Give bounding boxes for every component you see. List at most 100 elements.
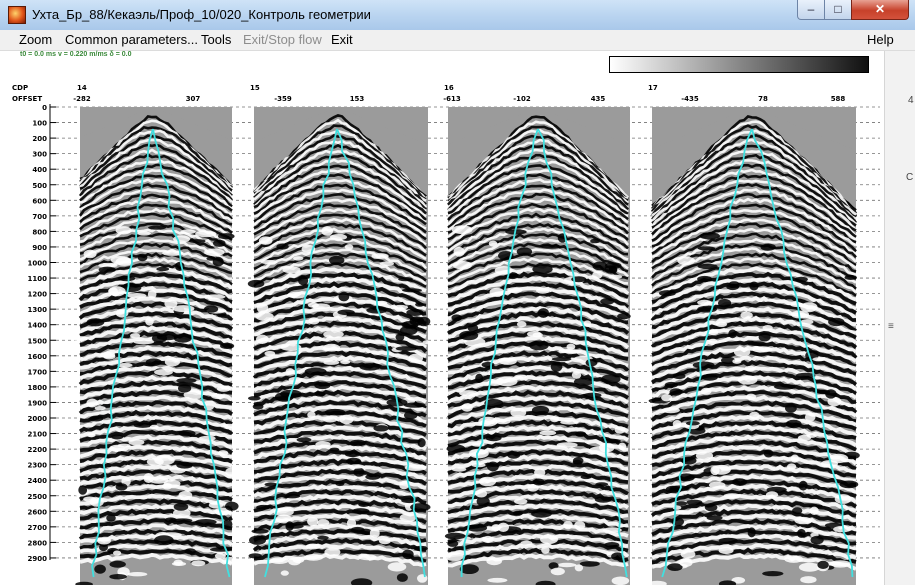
seismic-blob xyxy=(512,510,523,516)
seismic-blob xyxy=(204,294,226,300)
seismic-blob xyxy=(351,508,370,514)
seismic-blob xyxy=(590,238,600,244)
seismic-blob xyxy=(145,317,154,326)
seismic-blob xyxy=(115,257,133,266)
seismic-blob xyxy=(402,549,414,560)
seismic-blob xyxy=(794,276,808,283)
seismic-blob xyxy=(324,408,346,416)
time-tick-label: 2100 xyxy=(28,431,48,439)
seismic-blob xyxy=(98,266,117,273)
seismic-blob xyxy=(532,264,553,274)
seismic-blob xyxy=(487,577,508,583)
seismic-blob xyxy=(225,467,238,477)
seismic-blob xyxy=(550,361,563,372)
seismic-blob xyxy=(321,226,334,236)
seismic-blob xyxy=(592,261,608,271)
time-tick-label: 2300 xyxy=(28,462,48,470)
seismic-blob xyxy=(255,312,274,321)
seismic-blob xyxy=(541,546,550,554)
seismic-blob xyxy=(330,234,347,241)
seismic-blob xyxy=(298,275,309,286)
seismic-blob xyxy=(718,298,732,308)
time-tick-label: 1300 xyxy=(28,306,48,314)
seismic-blob xyxy=(447,540,459,547)
seismic-blob xyxy=(195,519,217,525)
seismic-blob xyxy=(249,535,266,545)
seismic-blob xyxy=(747,527,756,538)
seismic-blob xyxy=(804,412,816,422)
seismic-blob xyxy=(108,286,126,297)
seismic-blob xyxy=(514,374,527,379)
seismic-blob xyxy=(422,340,432,345)
seismic-blob xyxy=(572,459,583,465)
seismic-blob xyxy=(699,232,721,240)
seismic-blob xyxy=(369,528,380,538)
seismic-blob xyxy=(482,535,494,544)
seismic-blob xyxy=(256,303,269,314)
seismic-blob xyxy=(338,291,350,302)
seismic-blob xyxy=(402,288,422,293)
seismic-blob xyxy=(130,333,141,339)
seismic-blob xyxy=(486,557,503,566)
seismic-blob xyxy=(292,556,305,564)
seismic-blob xyxy=(415,302,425,307)
seismic-blob xyxy=(692,361,715,369)
seismic-blob xyxy=(280,570,289,576)
seismic-blob xyxy=(669,388,683,396)
seismic-blob xyxy=(475,373,484,383)
seismic-blob xyxy=(794,516,813,525)
seismic-blob xyxy=(133,339,155,345)
seismic-blob xyxy=(303,554,324,561)
seismic-blob xyxy=(178,490,193,500)
seismic-blob xyxy=(222,423,236,429)
seismic-blob xyxy=(285,368,295,375)
offset-label: 153 xyxy=(350,95,365,103)
seismic-blob xyxy=(305,543,321,550)
seismic-blob xyxy=(510,407,527,418)
seismic-blob xyxy=(173,559,183,566)
offset-label: -359 xyxy=(274,95,292,103)
seismic-blob xyxy=(94,406,106,411)
cdp-number: 15 xyxy=(250,84,260,92)
seismic-blob xyxy=(323,360,340,365)
seismic-blob xyxy=(216,385,231,392)
seismic-blob xyxy=(746,341,767,346)
seismic-blob xyxy=(213,239,226,247)
seismic-blob xyxy=(507,287,523,294)
seismic-blob xyxy=(248,553,262,559)
seismic-blob xyxy=(695,451,714,461)
seismic-display[interactable]: CDP OFFSET0 100 200 300 400 500 600 700 800 900 100… xyxy=(0,0,884,585)
seismic-blob xyxy=(828,453,849,464)
seismic-blob xyxy=(614,426,626,434)
seismic-blob xyxy=(451,225,473,235)
seismic-blob xyxy=(839,480,859,489)
offset-label: -282 xyxy=(73,95,91,103)
seismic-blob xyxy=(812,357,826,362)
time-tick-label: 600 xyxy=(32,197,47,205)
seismic-blob xyxy=(659,290,676,297)
seismic-blob xyxy=(486,461,499,472)
seismic-blob xyxy=(471,462,486,468)
seismic-blob xyxy=(595,482,609,487)
seismic-blob xyxy=(217,450,229,456)
seismic-blob xyxy=(560,419,579,425)
seismic-blob xyxy=(89,497,104,507)
scroll-grip-icon[interactable]: ≡ xyxy=(888,321,894,332)
seismic-blob xyxy=(507,451,521,459)
seismic-blob xyxy=(344,244,354,250)
seismic-blob xyxy=(740,311,753,319)
seismic-blob xyxy=(417,438,426,448)
seismic-blob xyxy=(714,436,734,442)
seismic-blob xyxy=(571,371,582,379)
seismic-blob xyxy=(550,567,565,576)
vertical-scrollbar[interactable]: ≡ xyxy=(884,51,915,585)
seismic-blob xyxy=(86,318,105,327)
seismic-blob xyxy=(220,342,235,349)
seismic-blob xyxy=(718,537,738,544)
seismic-blob xyxy=(557,562,577,568)
seismic-blob xyxy=(264,350,276,357)
seismic-blob xyxy=(317,519,330,527)
seismic-blob xyxy=(285,523,304,529)
seismic-blob xyxy=(744,365,756,371)
seismic-blob xyxy=(558,349,568,354)
